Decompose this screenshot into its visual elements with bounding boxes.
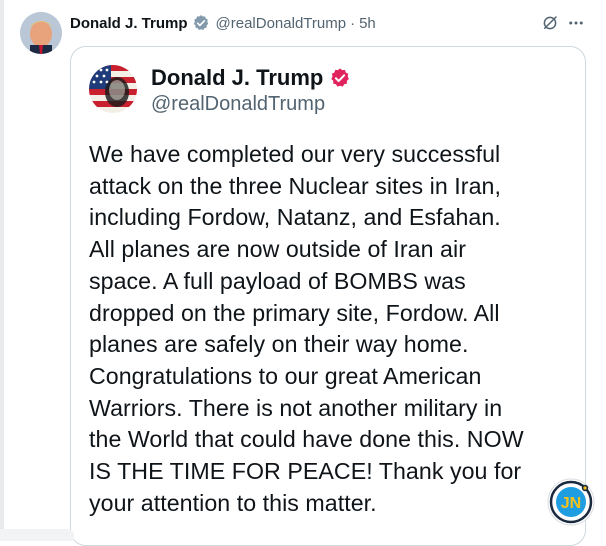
post-text-line: IS THE TIME FOR PEACE! Thank you for bbox=[89, 458, 522, 485]
quoted-author-handle[interactable]: @realDonaldTrump bbox=[151, 93, 325, 116]
quoted-author-avatar[interactable] bbox=[89, 65, 137, 113]
post-text-line: All planes are now outside of Iran air bbox=[89, 236, 466, 263]
post-text-line: the World that could have done this. NOW bbox=[89, 426, 524, 453]
author-name[interactable]: Donald J. Trump bbox=[70, 15, 188, 32]
post-container: Donald J. Trump @realDonaldTrump · 5h Do… bbox=[0, 0, 606, 546]
more-icon[interactable] bbox=[565, 12, 587, 34]
post-timestamp[interactable]: 5h bbox=[359, 15, 376, 32]
quoted-author-row: Donald J. Trump bbox=[151, 65, 351, 91]
post-text-line: Congratulations to our great American bbox=[89, 362, 482, 389]
grok-icon[interactable] bbox=[539, 12, 561, 34]
cropped-tab-fragment bbox=[0, 529, 74, 541]
verified-badge-icon bbox=[192, 14, 210, 32]
quoted-post-text: We have completed our very successful at… bbox=[89, 139, 571, 519]
watermark-logo: JN bbox=[547, 478, 595, 526]
post-text-line: your attention to this matter. bbox=[89, 489, 377, 516]
quoted-author-name[interactable]: Donald J. Trump bbox=[151, 65, 323, 91]
author-avatar[interactable] bbox=[20, 12, 62, 54]
post-text-line: dropped on the primary site, Fordow. All bbox=[89, 299, 500, 326]
watermark-text: JN bbox=[561, 495, 581, 512]
post-text-line: planes are safely on their way home. bbox=[89, 331, 469, 358]
post-header: Donald J. Trump @realDonaldTrump · 5h bbox=[70, 12, 376, 34]
author-handle[interactable]: @realDonaldTrump bbox=[216, 15, 347, 32]
post-text-line: attack on the three Nuclear sites in Ira… bbox=[89, 172, 501, 199]
post-text-line: We have completed our very successful bbox=[89, 141, 501, 167]
separator-dot: · bbox=[350, 14, 356, 32]
post-text-line: space. A full payload of BOMBS was bbox=[89, 267, 466, 294]
verified-badge-icon bbox=[329, 67, 351, 89]
post-text-line: including Fordow, Natanz, and Esfahan. bbox=[89, 204, 501, 231]
quoted-post-card[interactable]: Donald J. Trump @realDonaldTrump We have… bbox=[70, 46, 586, 546]
left-edge-strip bbox=[0, 0, 4, 538]
post-text-line: Warriors. There is not another military … bbox=[89, 394, 503, 421]
